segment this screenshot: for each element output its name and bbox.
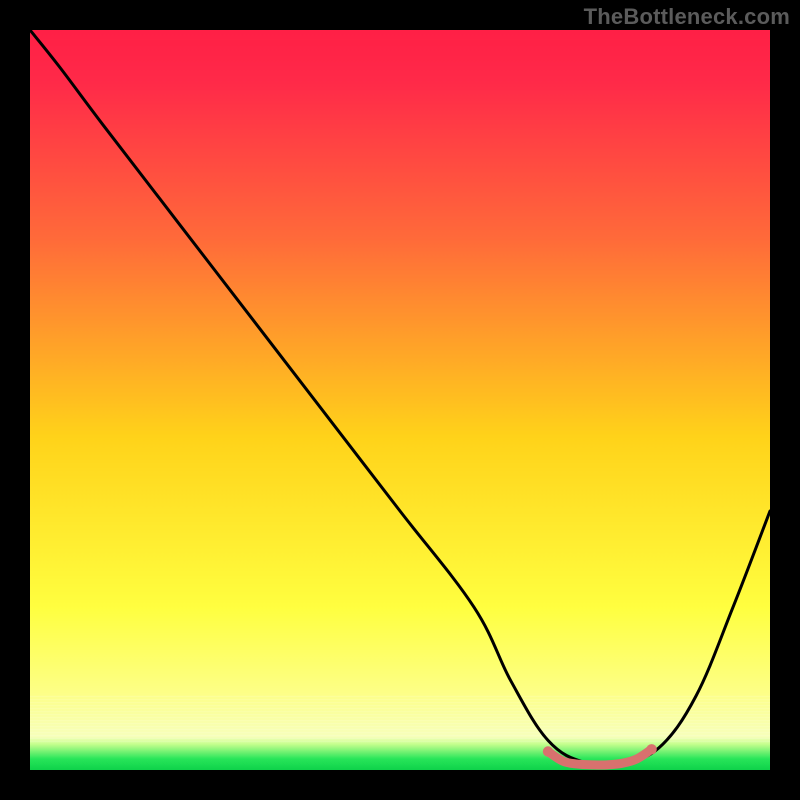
chart-frame: TheBottleneck.com bbox=[0, 0, 800, 800]
watermark-text: TheBottleneck.com bbox=[584, 4, 790, 30]
optimal-band-marker bbox=[548, 749, 652, 765]
plot-area bbox=[30, 30, 770, 770]
curve-layer bbox=[30, 30, 770, 770]
bottleneck-curve bbox=[30, 30, 770, 765]
optimal-band-end bbox=[646, 744, 656, 754]
optimal-band-start bbox=[543, 746, 553, 756]
